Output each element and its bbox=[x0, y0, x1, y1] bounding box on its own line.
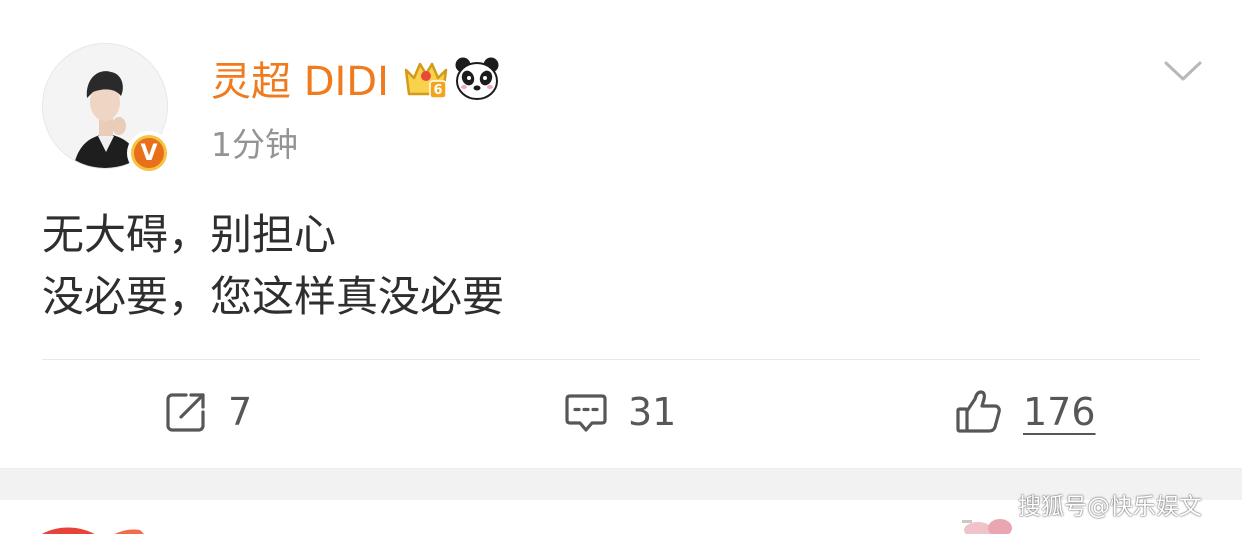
thumbs-up-icon bbox=[956, 390, 1001, 433]
v-verified-icon: V bbox=[131, 135, 167, 171]
chevron-down-icon[interactable] bbox=[1163, 57, 1203, 85]
panda-icon[interactable] bbox=[454, 56, 500, 102]
username[interactable]: 灵超 DIDI bbox=[211, 56, 389, 108]
verified-badge: V bbox=[127, 131, 171, 175]
divider bbox=[42, 359, 1200, 360]
comment-icon bbox=[565, 394, 607, 432]
comment-count: 31 bbox=[628, 390, 677, 434]
weibo-post-card: V 灵超 DIDI 6 1分钟 无大碍，别担心 没必要，您这样真没必要 7 31… bbox=[0, 0, 1242, 468]
post-content-line: 无大碍，别担心 bbox=[42, 210, 337, 259]
vip-level-label: 6 bbox=[433, 83, 442, 98]
like-button[interactable]: 176 bbox=[955, 382, 1096, 442]
like-count: 176 bbox=[1023, 390, 1096, 434]
next-post-image-left bbox=[42, 527, 144, 534]
post-content: 无大碍，别担心 没必要，您这样真没必要 bbox=[42, 204, 504, 328]
source-watermark: 搜狐号@快乐娱文 bbox=[1018, 494, 1202, 520]
comment-button[interactable]: 31 bbox=[564, 382, 676, 442]
share-icon bbox=[166, 393, 205, 432]
repost-count: 7 bbox=[228, 390, 253, 434]
next-post-image-right bbox=[962, 519, 1012, 534]
post-timestamp: 1分钟 bbox=[211, 125, 298, 164]
repost-button[interactable]: 7 bbox=[164, 382, 252, 442]
post-content-line: 没必要，您这样真没必要 bbox=[42, 272, 505, 321]
vip-crown-icon[interactable]: 6 bbox=[403, 58, 449, 100]
